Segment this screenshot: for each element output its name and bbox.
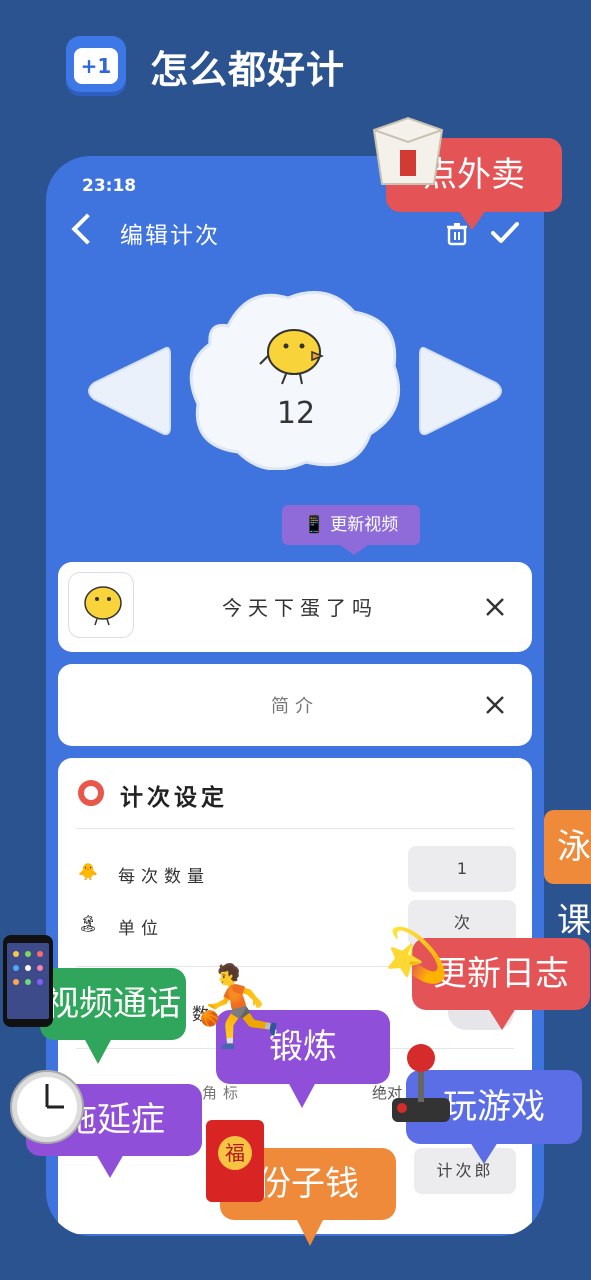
video-call-bubble: 视频通话 bbox=[40, 968, 186, 1040]
chick-row-icon: 🐥 bbox=[78, 862, 98, 881]
fu-character: 福 bbox=[218, 1136, 252, 1170]
lifebuoy-icon bbox=[78, 780, 104, 806]
clear-intro-icon[interactable] bbox=[484, 694, 506, 716]
star-icon: 💫 bbox=[384, 926, 449, 986]
chick-icon bbox=[259, 329, 325, 385]
row-label-quantity: 每次数量 bbox=[118, 867, 210, 887]
tag-tail bbox=[340, 545, 368, 555]
previous-arrow-icon[interactable] bbox=[84, 341, 172, 441]
smartphone-icon bbox=[3, 935, 53, 1027]
divider bbox=[76, 828, 514, 829]
bubble-tail bbox=[488, 1008, 516, 1030]
bubble-tail bbox=[470, 1142, 498, 1164]
app-logo: +1 bbox=[66, 36, 126, 96]
settings-title: 计次设定 bbox=[120, 785, 228, 811]
icon-picker[interactable] bbox=[68, 572, 134, 638]
bubble-tail bbox=[96, 1154, 124, 1178]
counter-value: 12 bbox=[276, 396, 316, 431]
bubble-tail bbox=[84, 1038, 112, 1064]
quantity-input[interactable]: 1 bbox=[408, 846, 516, 892]
basketball-player-icon: ⛹ bbox=[190, 962, 288, 1052]
app-header: +1 怎么都好计 bbox=[66, 36, 345, 96]
group-select[interactable]: 计次郎 bbox=[414, 1148, 516, 1194]
bubble-tail bbox=[296, 1218, 324, 1246]
name-card: 今天下蛋了吗 bbox=[58, 562, 532, 652]
intro-input[interactable]: 简介 bbox=[58, 692, 532, 718]
bubble-tail bbox=[458, 210, 486, 230]
page-title: 编辑计次 bbox=[120, 223, 220, 249]
row-label-unit: 单位 bbox=[118, 919, 164, 939]
bubble-tail bbox=[288, 1082, 316, 1108]
back-icon[interactable] bbox=[71, 213, 103, 245]
name-input[interactable]: 今天下蛋了吗 bbox=[148, 592, 452, 621]
app-logo-text: +1 bbox=[74, 48, 118, 84]
status-time: 23:18 bbox=[82, 176, 137, 196]
clear-name-icon[interactable] bbox=[484, 596, 506, 618]
joystick-icon bbox=[392, 1044, 450, 1122]
swim-bubble: 泳课 bbox=[544, 810, 591, 941]
intro-card: 简介 bbox=[58, 664, 532, 746]
island-row-icon: 🏝 bbox=[78, 914, 99, 933]
chick-thumb-icon bbox=[84, 586, 122, 626]
takeout-box-icon bbox=[372, 116, 444, 185]
update-video-tag: 📱 更新视频 bbox=[282, 505, 420, 545]
red-envelope-icon: 福 bbox=[206, 1120, 264, 1202]
clock-icon bbox=[10, 1070, 84, 1144]
check-icon[interactable] bbox=[490, 220, 520, 246]
app-title: 怎么都好计 bbox=[150, 47, 346, 92]
next-arrow-icon[interactable] bbox=[418, 341, 506, 441]
